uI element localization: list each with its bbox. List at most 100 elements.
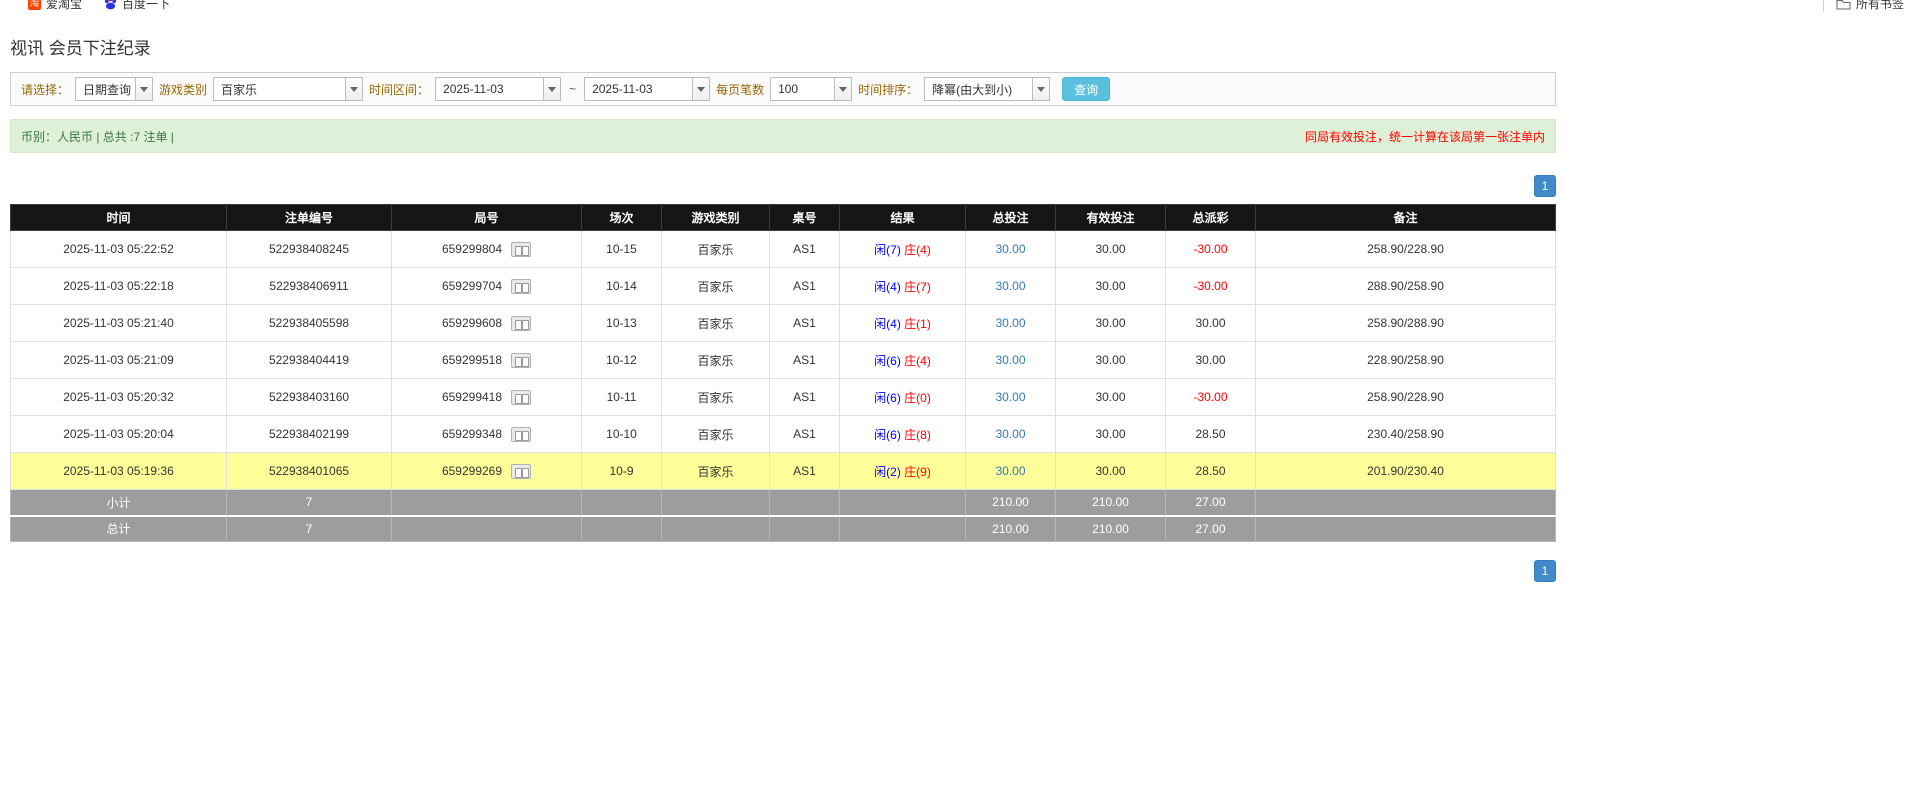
round-result-cards-icon[interactable] — [511, 278, 532, 294]
cell-result: 闲(6) 庄(8) — [839, 415, 966, 453]
currency-total-info: 币别：人民币 | 总共 :7 注单 | — [21, 129, 174, 144]
cell-session: 10-12 — [581, 341, 662, 379]
page-button-1[interactable]: 1 — [1534, 175, 1556, 197]
cell-table-number: AS1 — [769, 378, 840, 416]
grand-total-cell — [769, 514, 840, 542]
banker-result: 庄(1) — [904, 316, 931, 331]
round-number: 659299704 — [441, 279, 503, 293]
round-number: 659299608 — [441, 316, 503, 330]
cell-bet-id: 522938403160 — [226, 378, 392, 416]
chevron-down-icon[interactable] — [692, 78, 710, 100]
cell-total-bet: 30.00 — [965, 378, 1056, 416]
game-type-value: 百家乐 — [221, 82, 258, 97]
sort-value: 降幂(由大到小) — [932, 82, 1013, 97]
total-bet-link[interactable]: 30.00 — [995, 279, 1025, 293]
date-from-value: 2025-11-03 — [443, 82, 504, 96]
cell-valid-bet: 30.00 — [1055, 415, 1166, 453]
chevron-down-icon[interactable] — [1032, 78, 1050, 100]
round-result-cards-icon[interactable] — [511, 389, 532, 405]
chevron-down-icon[interactable] — [135, 78, 153, 100]
cell-table-number: AS1 — [769, 452, 840, 490]
subtotal-cell — [581, 489, 662, 516]
chevron-down-icon[interactable] — [345, 78, 363, 100]
cell-game-type: 百家乐 — [661, 341, 770, 379]
round-result-cards-icon[interactable] — [511, 426, 532, 442]
total-bet-link[interactable]: 30.00 — [995, 316, 1025, 330]
round-result-cards-icon[interactable] — [511, 241, 532, 257]
cell-session: 10-14 — [581, 267, 662, 305]
cell-total-bet: 30.00 — [965, 267, 1056, 305]
search-button[interactable]: 查询 — [1062, 77, 1111, 101]
cell-valid-bet: 30.00 — [1055, 341, 1166, 379]
grand-total-valid-bet: 210.00 — [1055, 514, 1166, 542]
table-body: 2025-11-03 05:22:52 522938408245 6592998… — [10, 230, 1556, 490]
round-number: 659299804 — [441, 242, 503, 256]
column-header: 总投注 — [965, 204, 1056, 231]
banker-result: 庄(7) — [904, 279, 931, 294]
bookmark-taobao[interactable]: 淘 爱淘宝 — [28, 0, 82, 12]
page-size-label: 每页笔数 — [716, 82, 765, 97]
cell-table-number: AS1 — [769, 267, 840, 305]
cell-session: 10-13 — [581, 304, 662, 342]
bookmark-baidu[interactable]: 百度一下 — [104, 0, 170, 12]
page-size-select[interactable]: 100 — [770, 77, 853, 101]
round-result-cards-icon[interactable] — [511, 352, 532, 368]
cell-result: 闲(6) 庄(4) — [839, 341, 966, 379]
total-bet-link[interactable]: 30.00 — [995, 464, 1025, 478]
banker-result: 庄(4) — [904, 242, 931, 257]
table-row: 2025-11-03 05:20:04 522938402199 6592993… — [10, 415, 1556, 453]
chevron-down-icon[interactable] — [834, 78, 852, 100]
cell-time: 2025-11-03 05:22:52 — [10, 230, 227, 268]
grand-total-row: 总计 7 210.00 210.00 27.00 — [10, 514, 1556, 542]
cell-result: 闲(4) 庄(1) — [839, 304, 966, 342]
cell-total-bet: 30.00 — [965, 304, 1056, 342]
cell-bet-id: 522938402199 — [226, 415, 392, 453]
cell-total-payout: 28.50 — [1165, 415, 1256, 453]
round-number: 659299269 — [441, 464, 503, 478]
pagination-top: 1 — [10, 175, 1556, 197]
cell-bet-id: 522938408245 — [226, 230, 392, 268]
player-result: 闲(6) — [874, 390, 901, 405]
total-bet-link[interactable]: 30.00 — [995, 242, 1025, 256]
table-row: 2025-11-03 05:21:40 522938405598 6592996… — [10, 304, 1556, 342]
banker-result: 庄(4) — [904, 353, 931, 368]
sort-select[interactable]: 降幂(由大到小) — [924, 77, 1051, 101]
date-to-input[interactable]: 2025-11-03 — [584, 77, 711, 101]
banker-result: 庄(9) — [904, 464, 931, 479]
player-result: 闲(7) — [874, 242, 901, 257]
date-from-input[interactable]: 2025-11-03 — [435, 77, 562, 101]
total-bet-link[interactable]: 30.00 — [995, 427, 1025, 441]
grand-total-label: 总计 — [10, 514, 227, 542]
cell-note: 258.90/228.90 — [1255, 378, 1556, 416]
player-result: 闲(6) — [874, 353, 901, 368]
all-bookmarks-button[interactable]: 所有书签 — [1822, 0, 1904, 12]
chevron-down-icon[interactable] — [543, 78, 561, 100]
cell-total-payout: -30.00 — [1165, 378, 1256, 416]
cell-round: 659299348 — [391, 415, 582, 453]
cell-game-type: 百家乐 — [661, 452, 770, 490]
round-result-cards-icon[interactable] — [511, 315, 532, 331]
page-button-1[interactable]: 1 — [1534, 560, 1556, 582]
query-type-select[interactable]: 日期查询 — [75, 77, 154, 101]
query-type-value: 日期查询 — [83, 82, 132, 97]
game-type-select[interactable]: 百家乐 — [213, 77, 364, 101]
column-header: 总派彩 — [1165, 204, 1256, 231]
cell-result: 闲(4) 庄(7) — [839, 267, 966, 305]
subtotal-valid-bet: 210.00 — [1055, 489, 1166, 516]
total-bet-link[interactable]: 30.00 — [995, 353, 1025, 367]
cell-bet-id: 522938404419 — [226, 341, 392, 379]
table-row: 2025-11-03 05:22:52 522938408245 6592998… — [10, 230, 1556, 268]
cell-note: 258.90/288.90 — [1255, 304, 1556, 342]
time-range-label: 时间区间： — [369, 82, 430, 97]
grand-total-cell — [839, 514, 966, 542]
cell-round: 659299804 — [391, 230, 582, 268]
round-result-cards-icon[interactable] — [511, 463, 532, 479]
cell-result: 闲(2) 庄(9) — [839, 452, 966, 490]
cell-session: 10-10 — [581, 415, 662, 453]
subtotal-cell — [839, 489, 966, 516]
total-bet-link[interactable]: 30.00 — [995, 390, 1025, 404]
cell-total-payout: 30.00 — [1165, 304, 1256, 342]
grand-total-cell — [581, 514, 662, 542]
round-number: 659299348 — [441, 427, 503, 441]
cell-session: 10-15 — [581, 230, 662, 268]
